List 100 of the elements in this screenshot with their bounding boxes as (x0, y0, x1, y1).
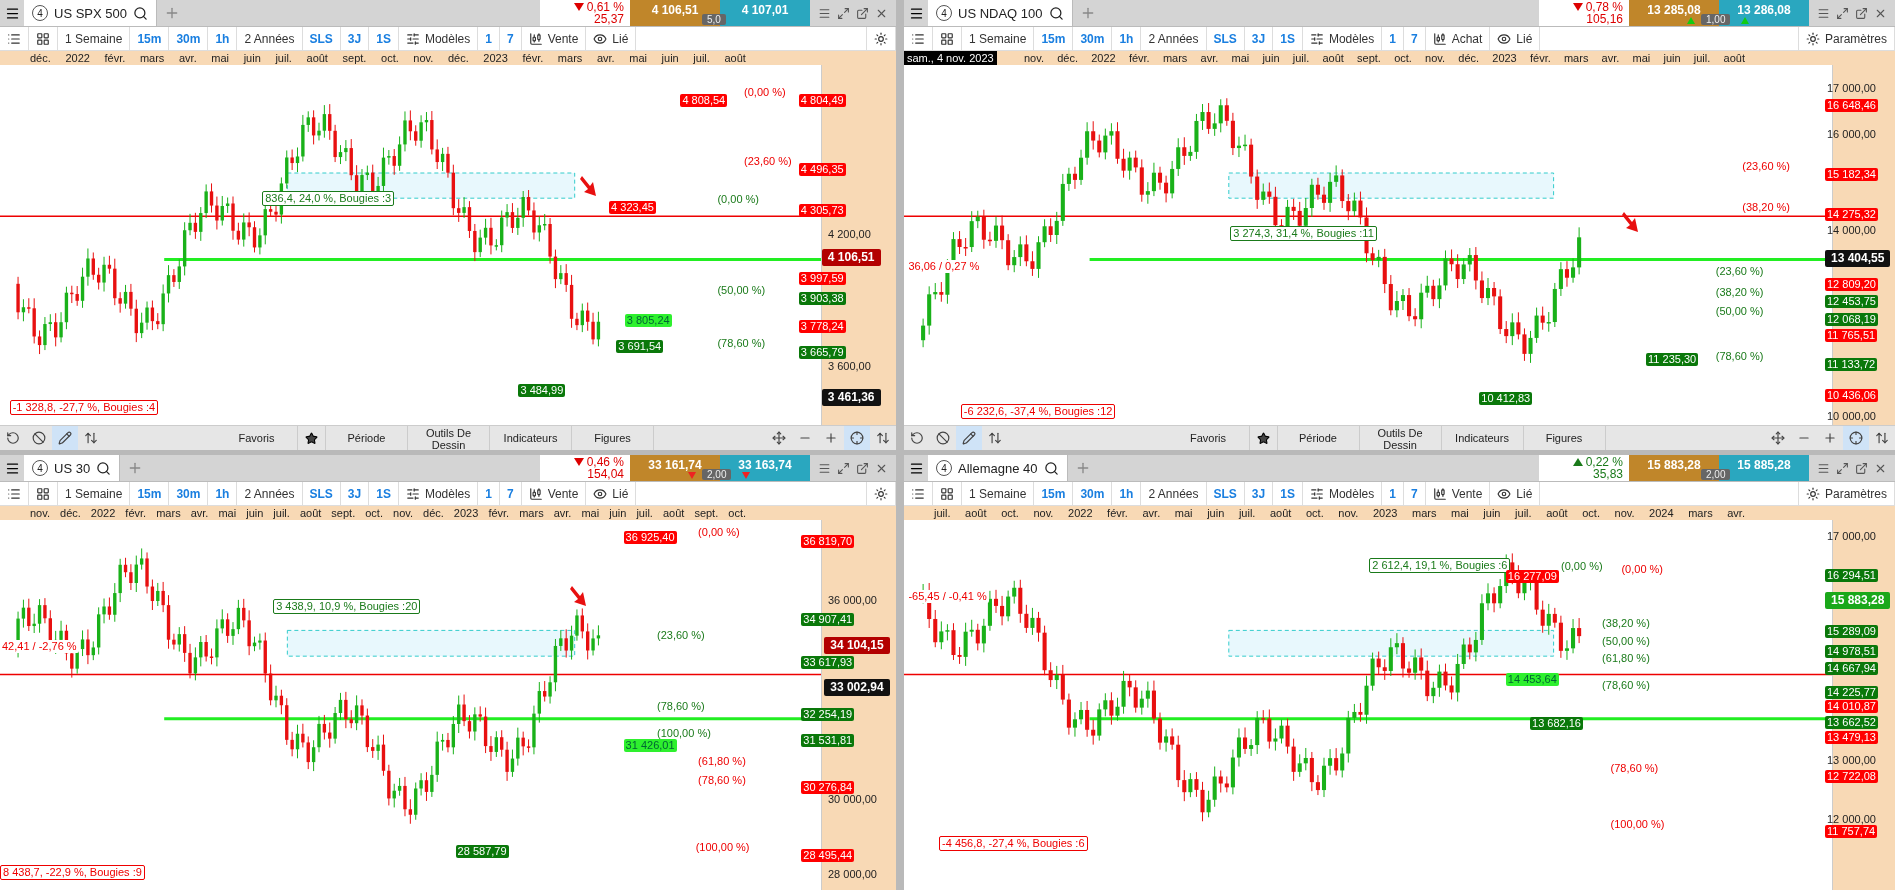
menu-icon[interactable] (4, 460, 20, 476)
month-label: avr. (596, 51, 615, 65)
price-label: 3 691,54 (616, 339, 664, 353)
menu-icon[interactable] (4, 5, 20, 21)
move-icon[interactable] (772, 431, 786, 445)
month-label: 2022 (1091, 51, 1116, 65)
month-label: mars (139, 51, 165, 65)
expand-icon[interactable] (1836, 6, 1849, 20)
fibonacci-level: (100,00 %) (1609, 817, 1666, 831)
zoom-in-icon[interactable] (824, 431, 838, 445)
settings-button[interactable]: Paramètres (1797, 27, 1895, 50)
pencil-icon[interactable] (962, 431, 976, 445)
change-percent: 0,46 % (573, 456, 624, 468)
month-label: juil. (636, 506, 653, 520)
price-label: 30 276,84 (801, 781, 855, 795)
date-tooltip: sam., 4 nov. 2023 (904, 51, 997, 65)
arrows-icon[interactable] (1875, 431, 1889, 445)
crosshair-icon[interactable] (850, 431, 864, 445)
settings-button[interactable]: Paramètres (1797, 482, 1895, 505)
price-label: 14 010,87 (1825, 700, 1878, 714)
change-percent: 0,22 % (1572, 456, 1623, 468)
price-label: 34 104,15 (824, 637, 890, 655)
settings-icon (874, 31, 888, 46)
symbol-tab[interactable]: 4 US NDAQ 100 (928, 0, 1073, 26)
search-icon[interactable] (133, 5, 148, 21)
arrow-icon (570, 584, 589, 609)
ask-price[interactable]: 4 107,01 (720, 0, 810, 26)
price-label: 14 453,64 (1505, 672, 1559, 686)
month-label: sept. (331, 506, 356, 520)
settings-button[interactable] (866, 27, 896, 50)
month-label: avr. (190, 506, 209, 520)
search-icon[interactable] (96, 460, 112, 476)
popout-icon[interactable] (856, 461, 869, 475)
fibonacci-level: (38,20 %) (1714, 286, 1765, 300)
fibonacci-level: (78,60 %) (716, 337, 767, 351)
arrows-icon[interactable] (988, 431, 1002, 445)
price-label: 16 648,46 (1825, 99, 1878, 113)
price-tick: 17 000,00 (1826, 529, 1877, 543)
star-icon[interactable] (1256, 431, 1270, 445)
reset-icon[interactable] (6, 431, 20, 445)
month-label: déc. (423, 506, 444, 520)
fibonacci-level: (78,60 %) (697, 774, 747, 788)
month-label: 2022 (65, 51, 90, 65)
month-label: oct. (1582, 506, 1600, 520)
grid-icon (940, 31, 954, 46)
arrows-icon[interactable] (876, 431, 890, 445)
grid-icon (36, 486, 50, 501)
fibonacci-level: (0,00 %) (1560, 560, 1604, 574)
month-label: oct. (1306, 506, 1324, 520)
month-label: déc. (447, 51, 469, 65)
menu-icon[interactable] (908, 460, 924, 476)
zoom-in-icon[interactable] (1823, 431, 1837, 445)
reset-icon[interactable] (910, 431, 924, 445)
menu-icon[interactable] (908, 5, 924, 21)
grid-icon (940, 486, 954, 501)
spread-value: 2,00 (1701, 469, 1731, 480)
price-label: 36 819,70 (801, 534, 855, 548)
price-label: 34 907,41 (801, 613, 855, 627)
month-label: juin (243, 51, 261, 65)
month-label: juil. (1515, 506, 1532, 520)
eye-icon (593, 486, 608, 501)
symbol-tab[interactable]: 4 Allemagne 40 (928, 455, 1068, 481)
month-label: déc. (30, 51, 51, 65)
month-label: mai (1174, 506, 1193, 520)
search-icon[interactable] (1048, 5, 1064, 21)
search-icon[interactable] (1043, 460, 1059, 476)
block-icon[interactable] (32, 431, 46, 445)
price-label: 3 805,24 (624, 314, 672, 328)
settings-icon (874, 486, 888, 501)
price-label: 3 778,24 (798, 320, 846, 334)
price-label: 12 068,19 (1825, 313, 1878, 326)
month-label: mai (1231, 51, 1250, 65)
fibonacci-level: (23,60 %) (656, 629, 706, 642)
move-icon[interactable] (1771, 431, 1785, 445)
block-icon[interactable] (936, 431, 950, 445)
fibonacci-level: (78,60 %) (1601, 678, 1651, 692)
measure-label: 8 438,7, -22,9 %, Bougies :9 (0, 864, 145, 880)
arrows-icon[interactable] (84, 431, 98, 445)
fibonacci-level: (78,60 %) (1714, 350, 1765, 364)
month-label: févr. (1529, 51, 1551, 65)
pencil-icon[interactable] (58, 431, 72, 445)
month-label: 2023 (1372, 506, 1398, 520)
popout-icon[interactable] (1855, 6, 1868, 20)
symbol-tab[interactable]: 4 US SPX 500 (24, 0, 157, 26)
crosshair-icon[interactable] (1849, 431, 1863, 445)
month-label: oct. (728, 506, 746, 520)
measure-label: 3 274,3, 31,4 %, Bougies :11 (1230, 226, 1377, 241)
grid-icon (36, 31, 50, 46)
fibonacci-level: (0,00 %) (1620, 562, 1665, 576)
list-icon (911, 486, 925, 501)
star-icon[interactable] (305, 431, 318, 445)
expand-icon[interactable] (837, 6, 850, 20)
expand-icon[interactable] (837, 461, 850, 475)
month-label: août (1270, 506, 1292, 520)
symbol-tab[interactable]: 4 US 30 (24, 455, 121, 481)
popout-icon[interactable] (856, 6, 869, 20)
settings-button[interactable] (866, 482, 896, 505)
expand-icon[interactable] (1836, 461, 1849, 475)
month-label: mars (1688, 506, 1713, 520)
popout-icon[interactable] (1855, 461, 1868, 475)
